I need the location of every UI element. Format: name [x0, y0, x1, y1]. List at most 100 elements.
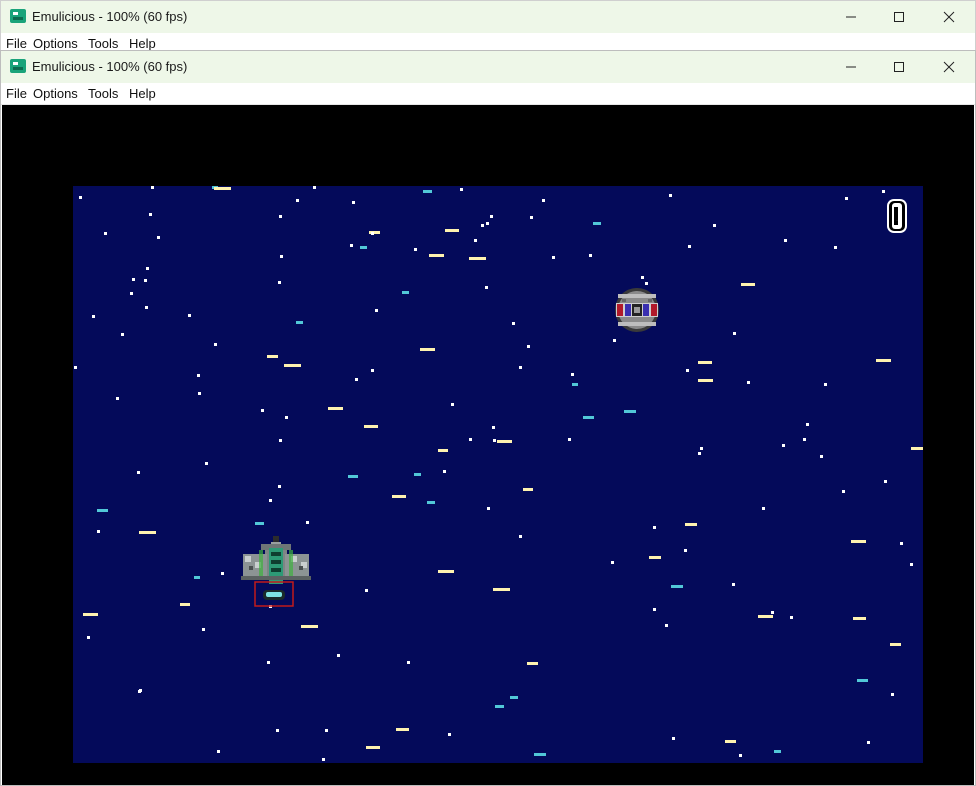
star: [523, 488, 533, 491]
star: [157, 236, 160, 239]
star: [279, 215, 282, 218]
star: [427, 501, 435, 504]
menu-file[interactable]: File: [6, 36, 27, 51]
star: [686, 369, 689, 372]
star: [280, 255, 283, 258]
menu-tools[interactable]: Tools: [88, 86, 118, 101]
star: [571, 373, 574, 376]
star: [375, 309, 378, 312]
star: [322, 758, 325, 761]
star: [552, 256, 555, 259]
star: [276, 729, 279, 732]
star: [328, 407, 343, 410]
star: [485, 286, 488, 289]
star: [568, 438, 571, 441]
star: [364, 425, 378, 428]
star: [876, 359, 891, 362]
maximize-icon[interactable]: [875, 51, 923, 83]
star: [771, 611, 774, 614]
star: [448, 733, 451, 736]
menu-tools[interactable]: Tools: [88, 36, 118, 51]
menu-options[interactable]: Options: [33, 36, 78, 51]
star: [784, 239, 787, 242]
star: [853, 617, 866, 620]
app-icon: [10, 59, 26, 73]
star: [301, 625, 318, 628]
star: [747, 381, 750, 384]
title-bar[interactable]: Emulicious - 100% (60 fps): [1, 51, 975, 83]
star: [900, 542, 903, 545]
game-screen[interactable]: 0: [2, 105, 974, 785]
star: [762, 507, 765, 510]
star: [851, 540, 866, 543]
minimize-icon[interactable]: [827, 51, 875, 83]
star: [527, 345, 530, 348]
star: [285, 416, 288, 419]
menu-file[interactable]: File: [6, 86, 27, 101]
star: [121, 333, 124, 336]
star: [495, 705, 504, 708]
close-icon[interactable]: [925, 1, 973, 33]
star: [542, 199, 545, 202]
star: [261, 409, 264, 412]
star: [890, 643, 901, 646]
star: [79, 196, 82, 199]
menu-help[interactable]: Help: [129, 86, 156, 101]
star: [296, 199, 299, 202]
star: [74, 366, 77, 369]
star: [352, 201, 355, 204]
app-icon: [10, 9, 26, 23]
star: [669, 194, 672, 197]
star: [445, 229, 459, 232]
star: [774, 750, 781, 753]
star: [278, 485, 281, 488]
star: [414, 473, 421, 476]
star: [306, 521, 309, 524]
star: [857, 679, 868, 682]
star: [725, 740, 736, 743]
star: [214, 343, 217, 346]
star: [641, 276, 644, 279]
maximize-icon[interactable]: [875, 1, 923, 33]
star: [402, 291, 409, 294]
window-title: Emulicious - 100% (60 fps): [32, 59, 188, 74]
star: [713, 224, 716, 227]
star: [83, 613, 98, 616]
star: [138, 690, 141, 693]
star: [194, 576, 200, 579]
star: [145, 306, 148, 309]
minimize-icon[interactable]: [827, 1, 875, 33]
star: [469, 438, 472, 441]
star: [834, 246, 837, 249]
star: [497, 440, 512, 443]
star: [653, 526, 656, 529]
star: [460, 188, 463, 191]
star: [414, 248, 417, 251]
star: [197, 374, 200, 377]
star: [700, 447, 703, 450]
star: [202, 628, 205, 631]
star: [698, 361, 712, 364]
star: [782, 444, 785, 447]
star: [534, 753, 546, 756]
star: [407, 661, 410, 664]
emulator-window: Emulicious - 100% (60 fps) File Options …: [0, 50, 976, 786]
star: [672, 737, 675, 740]
star: [139, 531, 156, 534]
star: [653, 608, 656, 611]
menu-help[interactable]: Help: [129, 36, 156, 51]
star: [611, 561, 614, 564]
star: [269, 499, 272, 502]
menu-options[interactable]: Options: [33, 86, 78, 101]
star: [741, 283, 755, 286]
star: [130, 292, 133, 295]
star: [267, 355, 278, 358]
star: [369, 231, 380, 234]
star: [624, 410, 636, 413]
star: [519, 535, 522, 538]
star: [284, 364, 301, 367]
star: [519, 366, 522, 369]
star: [684, 549, 687, 552]
title-bar[interactable]: Emulicious - 100% (60 fps): [1, 1, 975, 33]
close-icon[interactable]: [925, 51, 973, 83]
